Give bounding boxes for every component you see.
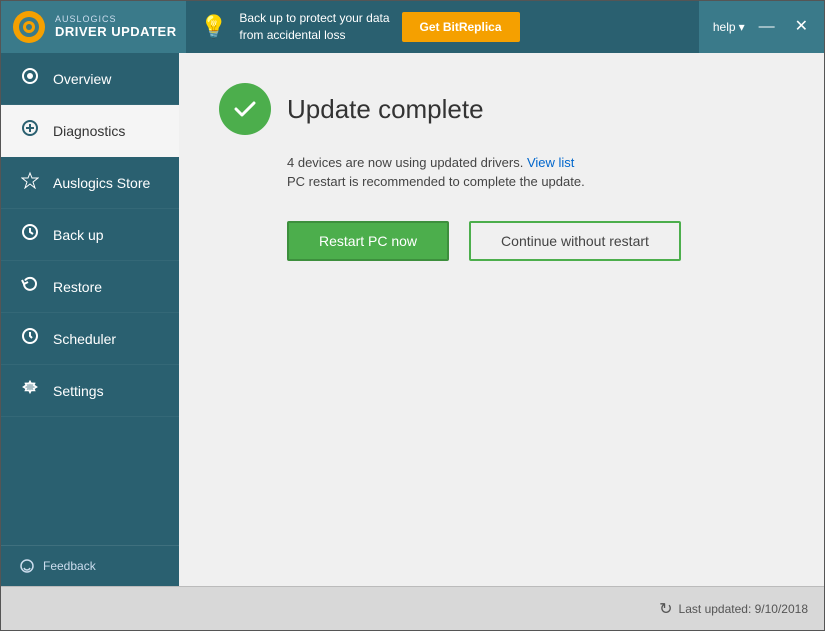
- update-header: Update complete: [219, 83, 784, 135]
- restore-icon: [19, 275, 41, 298]
- settings-icon: [19, 379, 41, 402]
- diagnostics-icon: [19, 119, 41, 142]
- auslogics-logo-icon: [11, 9, 47, 45]
- refresh-icon: ↻: [659, 599, 672, 619]
- restore-label: Restore: [53, 279, 102, 295]
- close-button[interactable]: ✕: [789, 17, 814, 37]
- backup-label: Back up: [53, 227, 104, 243]
- minimize-button[interactable]: —: [753, 17, 781, 37]
- window-controls: help ▾ — ✕: [713, 17, 814, 37]
- last-updated-text: Last updated: 9/10/2018: [679, 602, 808, 616]
- help-label: help: [713, 20, 736, 34]
- success-icon: [219, 83, 271, 135]
- lightbulb-icon: 💡: [200, 14, 227, 40]
- sidebar-item-restore[interactable]: Restore: [1, 261, 179, 313]
- continue-button[interactable]: Continue without restart: [469, 221, 681, 261]
- scheduler-icon: [19, 327, 41, 350]
- restart-button[interactable]: Restart PC now: [287, 221, 449, 261]
- logo-text: Auslogics DRIVER UPDATER: [55, 15, 177, 39]
- settings-label: Settings: [53, 383, 104, 399]
- restart-note: PC restart is recommended to complete th…: [287, 174, 784, 189]
- status-right: ↻ Last updated: 9/10/2018: [659, 599, 808, 619]
- logo-bottom-label: DRIVER UPDATER: [55, 25, 177, 39]
- info-text-main: 4 devices are now using updated drivers.: [287, 155, 523, 170]
- sidebar-item-store[interactable]: Auslogics Store: [1, 157, 179, 209]
- scheduler-label: Scheduler: [53, 331, 116, 347]
- store-label: Auslogics Store: [53, 175, 150, 191]
- feedback-button[interactable]: Feedback: [1, 545, 179, 586]
- update-title: Update complete: [287, 94, 484, 125]
- sidebar-item-scheduler[interactable]: Scheduler: [1, 313, 179, 365]
- sidebar-item-backup[interactable]: Back up: [1, 209, 179, 261]
- banner: 💡 Back up to protect your data from acci…: [186, 1, 699, 53]
- banner-line2: from accidental loss: [239, 27, 389, 44]
- backup-icon: [19, 223, 41, 246]
- get-bitreplica-button[interactable]: Get BitReplica: [402, 12, 520, 42]
- content-area: Update complete 4 devices are now using …: [179, 53, 824, 586]
- sidebar-item-diagnostics[interactable]: Diagnostics: [1, 105, 179, 157]
- app-window: Auslogics DRIVER UPDATER 💡 Back up to pr…: [0, 0, 825, 631]
- title-bar: Auslogics DRIVER UPDATER 💡 Back up to pr…: [1, 1, 824, 53]
- banner-text: Back up to protect your data from accide…: [239, 10, 389, 44]
- sidebar-item-settings[interactable]: Settings: [1, 365, 179, 417]
- sidebar-item-overview[interactable]: Overview: [1, 53, 179, 105]
- view-list-link[interactable]: View list: [527, 155, 574, 170]
- help-button[interactable]: help ▾: [713, 20, 745, 34]
- overview-icon: [19, 67, 41, 90]
- overview-label: Overview: [53, 71, 111, 87]
- banner-line1: Back up to protect your data: [239, 10, 389, 27]
- feedback-icon: [19, 558, 35, 574]
- main-body: Overview Diagnostics Auslogics Store Bac…: [1, 53, 824, 586]
- diagnostics-label: Diagnostics: [53, 123, 125, 139]
- sidebar: Overview Diagnostics Auslogics Store Bac…: [1, 53, 179, 586]
- store-icon: [19, 171, 41, 194]
- action-buttons: Restart PC now Continue without restart: [287, 221, 784, 261]
- status-bar: ↻ Last updated: 9/10/2018: [1, 586, 824, 630]
- update-info: 4 devices are now using updated drivers.…: [287, 155, 784, 193]
- logo-area: Auslogics DRIVER UPDATER: [11, 9, 186, 45]
- chevron-down-icon: ▾: [739, 20, 745, 34]
- info-text: 4 devices are now using updated drivers.…: [287, 155, 784, 170]
- feedback-label: Feedback: [43, 559, 96, 573]
